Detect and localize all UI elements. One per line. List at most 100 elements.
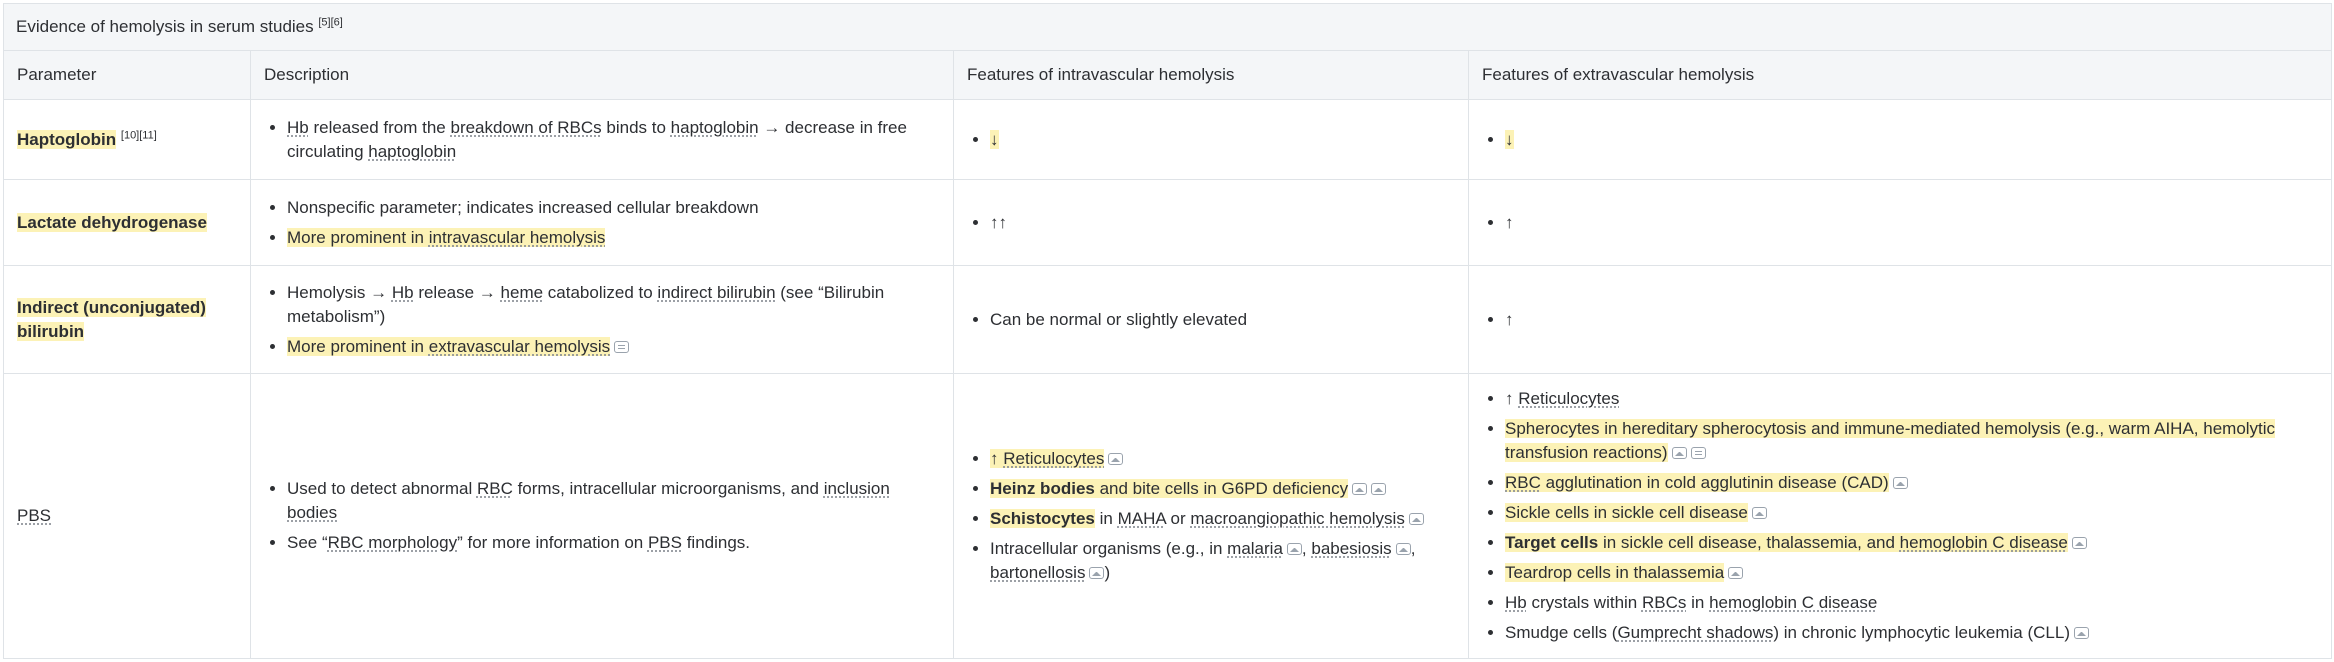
term-link[interactable]: malaria bbox=[1227, 539, 1283, 558]
extravascular-cell: ↑ bbox=[1467, 179, 2333, 266]
text: ) bbox=[1104, 563, 1111, 582]
list-item: ↑ Reticulocytes bbox=[990, 447, 1452, 471]
hemolysis-table-container: Evidence of hemolysis in serum studies [… bbox=[2, 3, 2333, 659]
extravascular-cell: ↑ bbox=[1467, 265, 2333, 374]
param-pbs[interactable]: PBS bbox=[17, 506, 51, 525]
highlight-text[interactable]: More prominent in extravascular hemolysi… bbox=[287, 336, 611, 356]
term-link[interactable]: Hb bbox=[392, 283, 414, 302]
image-icon[interactable] bbox=[1892, 477, 1908, 489]
table-caption: Evidence of hemolysis in serum studies [… bbox=[2, 3, 2333, 51]
term-link[interactable]: macroangiopathic hemolysis bbox=[1190, 509, 1405, 528]
text: ↑ bbox=[990, 449, 1004, 468]
term-link[interactable]: RBCs bbox=[1642, 593, 1686, 612]
image-icon[interactable] bbox=[1728, 567, 1744, 579]
highlight-value[interactable]: ↓ bbox=[990, 129, 999, 149]
list-item: Nonspecific parameter; indicates increas… bbox=[287, 196, 937, 220]
term-link[interactable]: haptoglobin bbox=[671, 118, 759, 137]
term-link[interactable]: hemoglobin C disease bbox=[1900, 533, 2068, 552]
text: ” for more information on bbox=[457, 533, 648, 552]
image-icon[interactable] bbox=[1286, 543, 1302, 555]
term-link[interactable]: extravascular hemolysis bbox=[429, 337, 610, 356]
highlight-text[interactable]: Teardrop cells in thalassemia bbox=[1505, 563, 1725, 582]
term-link[interactable]: MAHA bbox=[1118, 509, 1166, 528]
list-item: Heinz bodies and bite cells in G6PD defi… bbox=[990, 477, 1452, 501]
intravascular-cell: ↑ Reticulocytes Heinz bodies and bite ce… bbox=[953, 373, 1469, 659]
term-link[interactable]: bartonellosis bbox=[990, 563, 1085, 582]
text: crystals within bbox=[1526, 593, 1642, 612]
text: More prominent in bbox=[287, 336, 429, 356]
list-item: ↓ bbox=[990, 128, 1452, 152]
term-link[interactable]: Hb bbox=[1505, 593, 1527, 612]
caption-text: Evidence of hemolysis in serum studies bbox=[16, 17, 314, 36]
text: in sickle cell disease, thalassemia, and bbox=[1598, 533, 1900, 552]
term-link[interactable]: RBC bbox=[477, 479, 513, 498]
term-link[interactable]: PBS bbox=[648, 533, 682, 552]
highlight-text[interactable]: Spherocytes in hereditary spherocytosis … bbox=[1505, 419, 2276, 462]
list-item: ↑↑ bbox=[990, 211, 1452, 235]
list-item: ↓ bbox=[1505, 128, 2315, 152]
highlight-text[interactable]: RBC agglutination in cold agglutinin dis… bbox=[1505, 473, 1889, 492]
term-link[interactable]: hemoglobin C disease bbox=[1709, 593, 1877, 612]
caption-references[interactable]: [5][6] bbox=[318, 16, 342, 28]
note-icon[interactable] bbox=[1690, 447, 1706, 459]
term-link[interactable]: breakdown of RBCs bbox=[450, 118, 601, 137]
list-item: RBC agglutination in cold agglutinin dis… bbox=[1505, 471, 2315, 495]
highlight-text[interactable]: Sickle cells in sickle cell disease bbox=[1505, 503, 1748, 522]
description-cell: Used to detect abnormal RBC forms, intra… bbox=[250, 373, 954, 659]
highlight-text[interactable]: Schistocytes bbox=[990, 509, 1095, 528]
term-link[interactable]: Reticulocytes bbox=[1518, 389, 1619, 408]
param-ldh[interactable]: Lactate dehydrogenase bbox=[17, 212, 207, 232]
list-item: Used to detect abnormal RBC forms, intra… bbox=[287, 477, 937, 525]
image-icon[interactable] bbox=[1352, 483, 1368, 495]
text: catabolized to bbox=[543, 282, 658, 302]
highlight-text[interactable]: Heinz bodies and bite cells in G6PD defi… bbox=[990, 479, 1349, 498]
param-haptoglobin[interactable]: Haptoglobin bbox=[17, 129, 117, 149]
text: agglutination in cold agglutinin disease… bbox=[1540, 473, 1889, 492]
text: See “ bbox=[287, 533, 328, 552]
term-link[interactable]: RBC bbox=[1505, 473, 1541, 492]
list-item: ↑ Reticulocytes bbox=[1505, 387, 2315, 411]
term-link[interactable]: indirect bilirubin bbox=[657, 283, 775, 302]
text: Smudge cells ( bbox=[1505, 623, 1618, 642]
list-item: See “RBC morphology” for more informatio… bbox=[287, 531, 937, 555]
term-link[interactable]: haptoglobin bbox=[368, 142, 456, 161]
term-link[interactable]: Hb bbox=[287, 118, 309, 137]
highlight-text[interactable]: ↑ Reticulocytes bbox=[990, 449, 1105, 468]
param-references[interactable]: [10][11] bbox=[121, 129, 157, 141]
term-link[interactable]: Gumprecht shadows bbox=[1617, 623, 1773, 642]
list-item: ↑ bbox=[1505, 308, 2315, 332]
image-icon[interactable] bbox=[1108, 453, 1124, 465]
highlight-value[interactable]: ↓ bbox=[1505, 129, 1514, 149]
text: Intracellular organisms (e.g., in bbox=[990, 539, 1228, 558]
text: or bbox=[1165, 509, 1191, 528]
text: Hemolysis → bbox=[287, 282, 392, 302]
image-icon[interactable] bbox=[1751, 507, 1767, 519]
list-item: ↑ bbox=[1505, 211, 2315, 235]
image-icon[interactable] bbox=[1371, 483, 1387, 495]
term-link[interactable]: babesiosis bbox=[1311, 539, 1391, 558]
param-cell: Lactate dehydrogenase bbox=[3, 179, 251, 266]
image-icon[interactable] bbox=[1089, 567, 1105, 579]
table-row-pbs: PBS Used to detect abnormal RBC forms, i… bbox=[3, 373, 2333, 659]
term-link[interactable]: heme bbox=[501, 283, 544, 302]
image-icon[interactable] bbox=[2071, 537, 2087, 549]
text: More prominent in bbox=[287, 227, 429, 247]
param-bilirubin[interactable]: Indirect (unconjugated) bilirubin bbox=[17, 297, 206, 341]
highlight-text[interactable]: More prominent in intravascular hemolysi… bbox=[287, 227, 606, 247]
image-icon[interactable] bbox=[1408, 513, 1424, 525]
term-link[interactable]: intravascular hemolysis bbox=[429, 228, 606, 247]
text: released from the bbox=[308, 117, 451, 137]
term-link[interactable]: Reticulocytes bbox=[1003, 449, 1104, 468]
image-icon[interactable] bbox=[1671, 447, 1687, 459]
highlight-text[interactable]: Target cells in sickle cell disease, tha… bbox=[1505, 533, 2068, 552]
text: in bbox=[1686, 593, 1710, 612]
term-link[interactable]: RBC morphology bbox=[328, 533, 457, 552]
note-icon[interactable] bbox=[614, 340, 630, 353]
intravascular-cell: ↑↑ bbox=[953, 179, 1469, 266]
list-item: Hb crystals within RBCs in hemoglobin C … bbox=[1505, 591, 2315, 615]
text: ) in chronic lymphocytic leukemia (CLL) bbox=[1773, 623, 2070, 642]
text: , bbox=[1410, 539, 1416, 558]
image-icon[interactable] bbox=[2074, 627, 2089, 639]
list-item: Schistocytes in MAHA or macroangiopathic… bbox=[990, 507, 1452, 531]
image-icon[interactable] bbox=[1395, 543, 1411, 555]
